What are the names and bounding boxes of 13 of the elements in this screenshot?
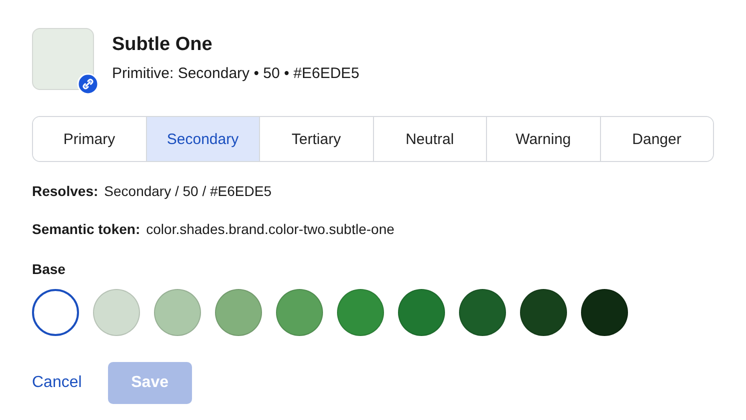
detail-label: Semantic token: bbox=[32, 221, 140, 237]
palette-tab[interactable]: Danger bbox=[600, 117, 713, 161]
palette-tab[interactable]: Secondary bbox=[146, 117, 259, 161]
color-swatch[interactable] bbox=[32, 289, 79, 336]
detail-value: color.shades.brand.color-two.subtle-one bbox=[146, 221, 394, 237]
link-icon bbox=[77, 73, 99, 95]
cancel-link[interactable]: Cancel bbox=[32, 374, 82, 392]
token-title: Subtle One bbox=[112, 34, 214, 56]
color-swatch bbox=[32, 28, 94, 90]
primitive-info: Primitive: Secondary • 50 • #E6EDE5 bbox=[112, 65, 360, 82]
detail-label: Resolves: bbox=[32, 183, 98, 199]
detail-value: Secondary / 50 / #E6EDE5 bbox=[104, 183, 272, 199]
section-label: Base bbox=[32, 261, 66, 277]
